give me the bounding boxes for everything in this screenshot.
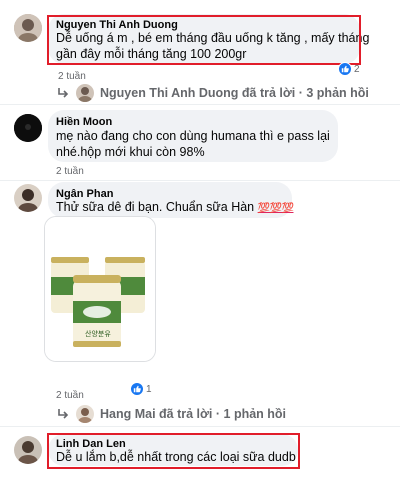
comment-time[interactable]: 2 tuần [56, 390, 84, 401]
hundred-points-icon: 💯💯💯 [257, 203, 294, 214]
milk-cans-image [45, 217, 155, 361]
comment-time[interactable]: 2 tuần [56, 166, 84, 177]
highlight-box [47, 433, 300, 469]
comment-time[interactable]: 2 tuần [58, 71, 86, 82]
avatar[interactable] [14, 114, 42, 142]
comment-text: nhé.hộp mới khui còn 98% [56, 145, 205, 159]
comment-photo[interactable]: 산양분유 [44, 216, 156, 362]
reply-author: Nguyen Thi Anh Duong [100, 86, 239, 100]
avatar[interactable] [14, 184, 42, 212]
reaction-badge[interactable]: 2 [338, 62, 360, 76]
reply-arrow-icon [58, 88, 69, 98]
comment-bubble: Ngân Phan Thử sữa dê đi bạn. Chuẩn sữa H… [48, 182, 294, 218]
reaction-count: 2 [354, 63, 360, 75]
comment-bubble: Hiền Moon mẹ nào đang cho con dùng human… [48, 110, 338, 162]
product-label: 산양분유 [85, 330, 111, 338]
avatar-icon [14, 436, 42, 464]
reply-count: · 3 phản hồi [298, 86, 369, 100]
avatar-icon [14, 184, 42, 212]
avatar[interactable] [14, 436, 42, 464]
divider [0, 426, 400, 427]
reaction-badge[interactable]: 1 [130, 382, 152, 396]
comment-text-row: Thử sữa dê đi bạn. Chuẩn sữa Hàn 💯💯💯 [56, 198, 294, 218]
reply-action: đã trả lời [241, 86, 296, 100]
highlight-box [47, 15, 361, 65]
avatar-icon [14, 14, 42, 42]
avatar [76, 84, 94, 102]
view-replies-link[interactable]: Nguyen Thi Anh Duong đã trả lời · 3 phản… [56, 84, 369, 102]
avatar[interactable] [14, 14, 42, 42]
like-icon [130, 382, 144, 396]
avatar [76, 405, 94, 423]
divider [0, 180, 400, 181]
comment-text: Thử sữa dê đi bạn. Chuẩn sữa Hàn [56, 200, 255, 214]
reaction-count: 1 [146, 383, 152, 395]
reply-author: Hang Mai [100, 407, 156, 421]
view-replies-link[interactable]: Hang Mai đã trả lời · 1 phản hồi [56, 405, 286, 423]
reply-count: · 1 phản hồi [215, 407, 287, 421]
divider [0, 104, 400, 105]
reply-arrow-icon [58, 409, 69, 419]
reply-action: đã trả lời [159, 407, 213, 421]
avatar-icon [14, 114, 42, 142]
like-icon [338, 62, 352, 76]
